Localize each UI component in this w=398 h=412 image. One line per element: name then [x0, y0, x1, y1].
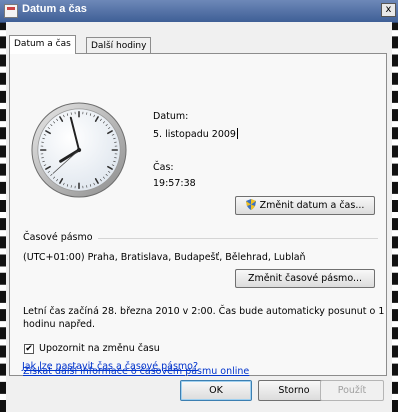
- date-label: Datum:: [153, 111, 189, 122]
- notify-checkbox-label[interactable]: Upozornit na změnu času: [39, 343, 160, 354]
- close-button[interactable]: x: [381, 3, 396, 17]
- date-value: 5. listopadu 2009: [153, 128, 238, 140]
- tab-additional-clocks[interactable]: Další hodiny: [86, 37, 152, 53]
- change-date-time-label: Změnit datum a čas...: [259, 200, 365, 211]
- window-title: Datum a čas: [22, 3, 87, 15]
- timezone-divider: [98, 238, 378, 239]
- title-bar[interactable]: Datum a čas x: [0, 0, 398, 23]
- uac-shield-icon: [245, 199, 256, 210]
- tab-date-time[interactable]: Datum a čas: [9, 35, 76, 54]
- change-date-time-button[interactable]: Změnit datum a čas...: [235, 196, 375, 215]
- date-value-text: 5. listopadu 2009: [153, 129, 236, 140]
- text-caret: [236, 128, 238, 139]
- notify-checkbox[interactable]: ✔: [24, 344, 34, 354]
- apply-button[interactable]: Použít: [320, 380, 384, 401]
- tab-panel: Datum: 5. listopadu 2009 Čas: 19:57:38 Z…: [9, 53, 387, 377]
- dst-info-line-2: hodinu napřed.: [23, 319, 96, 330]
- how-to-set-link[interactable]: Jak lze nastavit čas a časové pásmo?: [22, 361, 198, 372]
- change-timezone-button[interactable]: Změnit časové pásmo...: [235, 269, 375, 288]
- calendar-clock-icon: [4, 4, 18, 18]
- dst-info-line-1: Letní čas začíná 28. března 2010 v 2:00.…: [23, 306, 385, 317]
- analog-clock-icon: [31, 102, 127, 198]
- time-value: 19:57:38: [153, 178, 196, 189]
- timezone-value: (UTC+01:00) Praha, Bratislava, Budapešť,…: [23, 252, 306, 263]
- time-label: Čas:: [153, 162, 174, 173]
- dialog-client-area: Datum a čas Další hodiny Datum: 5. listo…: [6, 22, 392, 412]
- ok-button[interactable]: OK: [180, 380, 252, 401]
- timezone-section-label: Časové pásmo: [23, 232, 93, 243]
